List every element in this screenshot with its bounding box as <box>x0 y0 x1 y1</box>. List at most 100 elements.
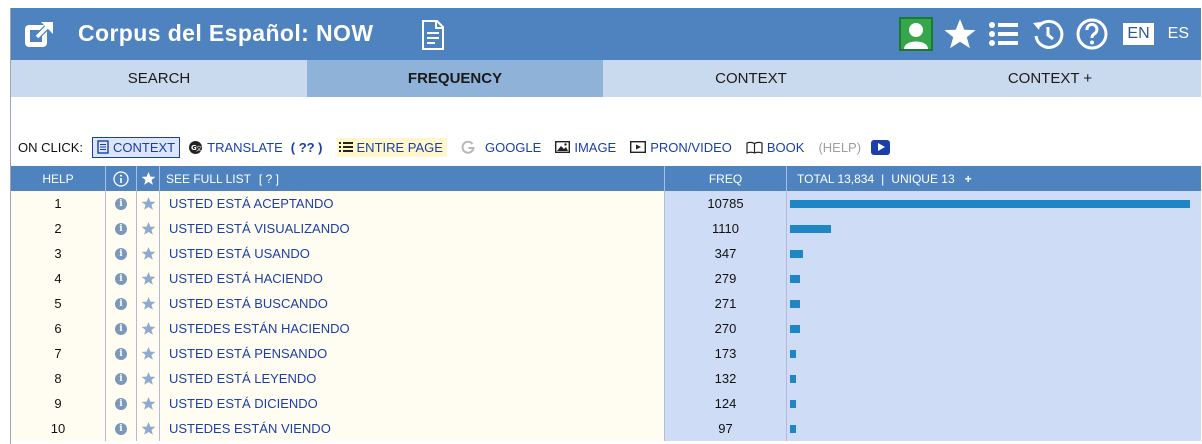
star-icon <box>141 371 155 385</box>
star-icon <box>141 196 155 210</box>
freq-column-header[interactable]: FREQ <box>665 166 787 191</box>
row-word-link[interactable]: USTED ESTÁ VISUALIZANDO <box>160 216 665 241</box>
table-row: 7 i USTED ESTÁ PENSANDO 173 <box>11 341 1201 366</box>
info-icon: i <box>115 347 127 360</box>
row-word-link[interactable]: USTED ESTÁ USANDO <box>160 241 665 266</box>
frequency-bar <box>790 249 803 258</box>
row-info-button[interactable]: i <box>106 291 137 316</box>
external-link-icon[interactable] <box>23 19 55 51</box>
frequency-bar <box>790 324 800 333</box>
star-icon[interactable] <box>943 17 977 51</box>
row-word-link[interactable]: USTED ESTÁ PENSANDO <box>160 341 665 366</box>
row-frequency-bar-cell <box>787 366 1201 391</box>
translate-icon: G 文 <box>189 140 202 154</box>
row-word-link[interactable]: USTED ESTÁ BUSCANDO <box>160 291 665 316</box>
language-es-button[interactable]: ES <box>1164 23 1193 45</box>
tab-frequency[interactable]: FREQUENCY <box>307 60 603 97</box>
totals-header: TOTAL 13,834 | UNIQUE 13 + <box>787 166 1201 191</box>
row-word-link[interactable]: USTED ESTÁ HACIENDO <box>160 266 665 291</box>
frequency-bar <box>790 224 831 233</box>
row-frequency-bar-cell <box>787 191 1201 216</box>
help-icon[interactable] <box>1075 17 1109 51</box>
on-click-pron-video[interactable]: PRON/VIDEO <box>630 140 732 155</box>
row-star-button[interactable] <box>137 216 160 241</box>
info-icon: i <box>115 247 127 260</box>
tab-search[interactable]: SEARCH <box>11 60 307 97</box>
tab-context[interactable]: CONTEXT <box>603 60 899 97</box>
row-info-button[interactable]: i <box>106 191 137 216</box>
see-full-list-help[interactable]: [ ? ] <box>259 172 279 186</box>
row-word-link[interactable]: USTEDES ESTÁN VIENDO <box>160 416 665 441</box>
row-frequency: 173 <box>665 341 787 366</box>
row-frequency-bar-cell <box>787 341 1201 366</box>
on-click-image[interactable]: IMAGE <box>555 140 616 155</box>
translate-help-link[interactable]: ( ?? ) <box>291 140 323 155</box>
unique-count: UNIQUE 13 <box>891 171 955 186</box>
star-icon <box>141 421 155 435</box>
see-full-list-header[interactable]: SEE FULL LIST [ ? ] <box>160 166 665 191</box>
info-icon: i <box>115 297 127 310</box>
help-column-header[interactable]: HELP <box>11 166 106 191</box>
row-word-link[interactable]: USTEDES ESTÁN HACIENDO <box>160 316 665 341</box>
user-icon[interactable] <box>899 17 934 51</box>
list-icon <box>338 142 353 152</box>
table-row: 1 i USTED ESTÁ ACEPTANDO 10785 <box>11 191 1201 216</box>
on-click-help-link[interactable]: (HELP) <box>818 140 861 155</box>
history-icon[interactable] <box>1031 17 1065 51</box>
row-info-button[interactable]: i <box>106 416 137 441</box>
row-word-link[interactable]: USTED ESTÁ LEYENDO <box>160 366 665 391</box>
row-info-button[interactable]: i <box>106 216 137 241</box>
main-tabs: SEARCH FREQUENCY CONTEXT CONTEXT + <box>11 60 1201 97</box>
info-icon <box>113 170 129 187</box>
row-frequency-bar-cell <box>787 391 1201 416</box>
row-frequency: 347 <box>665 241 787 266</box>
row-frequency-bar-cell <box>787 266 1201 291</box>
frequency-bar <box>790 199 1190 208</box>
row-info-button[interactable]: i <box>106 391 137 416</box>
row-star-button[interactable] <box>137 316 160 341</box>
on-click-translate[interactable]: G 文 TRANSLATE ( ?? ) <box>188 140 323 155</box>
on-click-entire-page[interactable]: ENTIRE PAGE <box>336 137 447 157</box>
row-info-button[interactable]: i <box>106 341 137 366</box>
list-icon[interactable] <box>987 17 1021 51</box>
frequency-bar <box>790 399 796 408</box>
star-icon <box>141 246 155 260</box>
see-full-list-link[interactable]: SEE FULL LIST <box>166 172 251 186</box>
total-count: TOTAL 13,834 <box>797 171 875 186</box>
row-info-button[interactable]: i <box>106 316 137 341</box>
row-star-button[interactable] <box>137 366 160 391</box>
row-word-link[interactable]: USTED ESTÁ ACEPTANDO <box>160 191 665 216</box>
row-star-button[interactable] <box>137 341 160 366</box>
row-frequency: 124 <box>665 391 787 416</box>
google-icon <box>461 140 475 154</box>
on-click-context[interactable]: CONTEXT <box>92 136 181 158</box>
row-star-button[interactable] <box>137 291 160 316</box>
on-click-book[interactable]: BOOK <box>746 140 804 155</box>
row-word-link[interactable]: USTED ESTÁ DICIENDO <box>160 391 665 416</box>
youtube-icon[interactable] <box>871 139 891 155</box>
row-star-button[interactable] <box>137 266 160 291</box>
star-icon <box>141 296 155 310</box>
table-row: 2 i USTED ESTÁ VISUALIZANDO 1110 <box>11 216 1201 241</box>
header-toolbar: EN ES <box>899 16 1193 52</box>
row-frequency-bar-cell <box>787 416 1201 441</box>
row-number: 10 <box>11 416 106 441</box>
tab-context-plus[interactable]: CONTEXT + <box>899 60 1201 97</box>
row-star-button[interactable] <box>137 191 160 216</box>
info-icon: i <box>115 322 127 335</box>
expand-plus-button[interactable]: + <box>965 172 972 186</box>
image-icon <box>555 141 571 153</box>
page-title: Corpus del Español: NOW <box>78 20 374 46</box>
row-star-button[interactable] <box>137 241 160 266</box>
on-click-google[interactable]: GOOGLE <box>461 140 541 155</box>
language-en-button[interactable]: EN <box>1123 23 1154 45</box>
document-icon[interactable] <box>421 19 445 51</box>
row-star-button[interactable] <box>137 416 160 441</box>
table-row: 10 i USTEDES ESTÁN VIENDO 97 <box>11 416 1201 441</box>
row-info-button[interactable]: i <box>106 241 137 266</box>
row-star-button[interactable] <box>137 391 160 416</box>
row-info-button[interactable]: i <box>106 266 137 291</box>
row-info-button[interactable]: i <box>106 366 137 391</box>
app-header: Corpus del Español: NOW EN ES <box>11 8 1201 60</box>
on-click-entire-page-label: ENTIRE PAGE <box>356 139 443 155</box>
